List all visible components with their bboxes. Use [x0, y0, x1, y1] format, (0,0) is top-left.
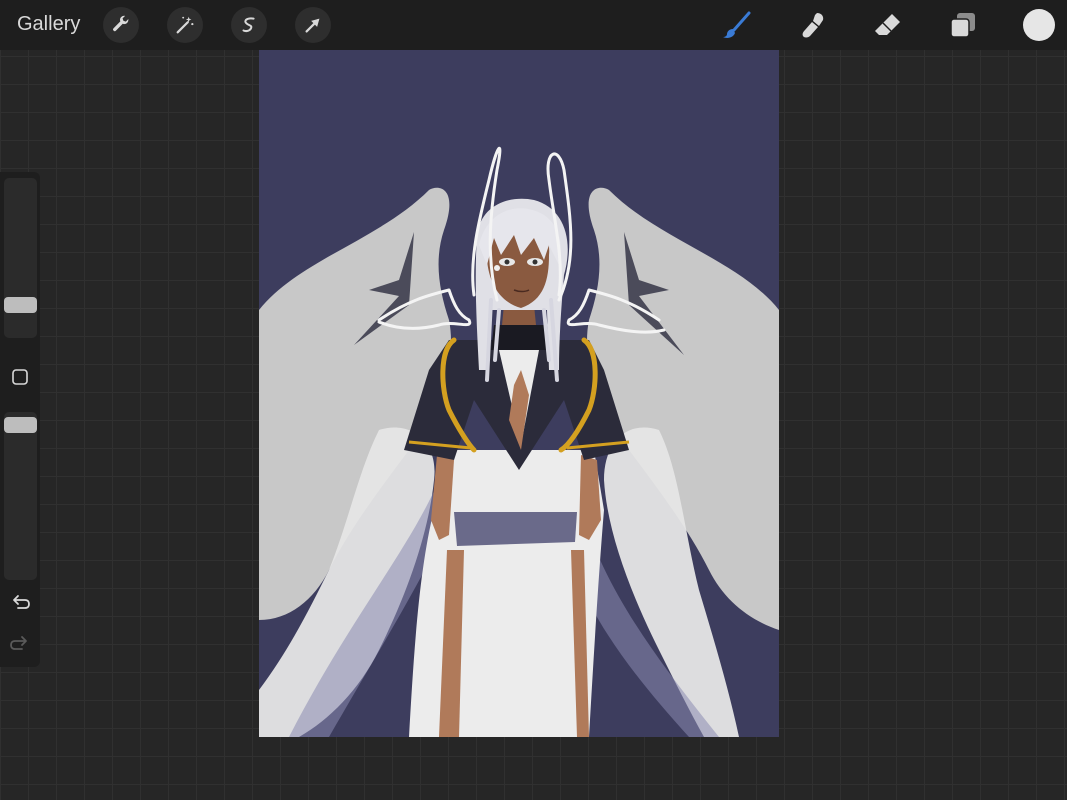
smudge-tool-button[interactable]: [796, 8, 830, 42]
opacity-slider[interactable]: [4, 412, 37, 580]
eraser-tool-button[interactable]: [871, 8, 905, 42]
tear-mark: [494, 265, 500, 271]
selection-icon: [242, 17, 255, 33]
left-sidebar: [0, 172, 40, 667]
brush-icon: [723, 11, 751, 38]
transform-button[interactable]: [295, 7, 331, 43]
top-toolbar: Gallery: [0, 0, 1067, 50]
undo-icon[interactable]: [9, 592, 31, 614]
modify-square-icon[interactable]: [11, 368, 29, 386]
selection-button[interactable]: [231, 7, 267, 43]
layers-icon: [950, 13, 975, 38]
wrench-icon: [113, 15, 129, 32]
belt: [454, 512, 577, 546]
opacity-thumb[interactable]: [4, 417, 37, 433]
magic-wand-icon: [176, 16, 194, 34]
brush-size-thumb[interactable]: [4, 297, 37, 313]
adjustments-button[interactable]: [167, 7, 203, 43]
layers-button[interactable]: [946, 8, 980, 42]
drawing-canvas[interactable]: [259, 50, 779, 737]
redo-icon[interactable]: [9, 633, 31, 655]
brush-size-slider[interactable]: [4, 178, 37, 338]
eraser-icon: [875, 14, 900, 35]
color-swatch[interactable]: [1023, 9, 1055, 41]
brush-tool-button[interactable]: [720, 8, 754, 42]
transform-arrow-icon: [305, 18, 320, 33]
gallery-button[interactable]: Gallery: [17, 13, 80, 36]
actions-button[interactable]: [103, 7, 139, 43]
smudge-icon: [802, 13, 824, 38]
artwork-illustration: [259, 50, 779, 737]
